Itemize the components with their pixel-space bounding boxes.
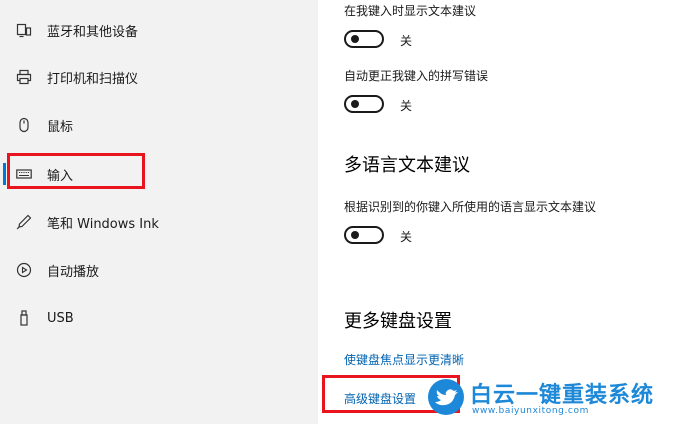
sidebar-item-mouse[interactable]: 鼠标	[0, 105, 318, 145]
bluetooth-devices-icon	[16, 22, 32, 38]
sidebar-item-label: 自动播放	[47, 264, 100, 280]
autocorrect-state: 关	[400, 99, 413, 113]
multilingual-suggestions-toggle[interactable]	[344, 226, 384, 244]
toggle-knob	[351, 231, 359, 239]
bird-logo-icon	[428, 379, 464, 415]
autocorrect-toggle[interactable]	[344, 95, 384, 113]
sidebar-item-typing[interactable]: 输入	[0, 154, 318, 194]
multilingual-suggestions-state: 关	[400, 230, 413, 244]
multilingual-suggestions-label: 根据识别到的你键入所使用的语言显示文本建议	[344, 200, 597, 214]
multilingual-section-title: 多语言文本建议	[344, 155, 470, 176]
pen-icon	[16, 214, 32, 230]
text-suggestions-label: 在我键入时显示文本建议	[344, 4, 477, 18]
more-keyboard-settings-title: 更多键盘设置	[344, 311, 452, 332]
typing-settings-panel: 在我键入时显示文本建议 关 自动更正我键入的拼写错误 关 多语言文本建议 根据识…	[318, 0, 677, 424]
text-suggestions-state: 关	[400, 34, 413, 48]
text-suggestions-toggle[interactable]	[344, 30, 384, 48]
keyboard-focus-link[interactable]: 使键盘焦点显示更清晰	[344, 351, 464, 368]
sidebar-item-label: USB	[47, 310, 74, 326]
mouse-icon	[16, 117, 32, 133]
printer-icon	[16, 69, 32, 85]
watermark-url: www.baiyunxitong.com	[472, 406, 589, 416]
watermark-brand: 白云一键重装系统	[470, 383, 655, 408]
advanced-keyboard-settings-link[interactable]: 高级键盘设置	[344, 390, 416, 407]
sidebar-item-autoplay[interactable]: 自动播放	[0, 250, 318, 290]
sidebar-item-usb[interactable]: USB	[0, 298, 318, 338]
sidebar-item-label: 输入	[47, 168, 74, 184]
autocorrect-label: 自动更正我键入的拼写错误	[344, 69, 489, 83]
sidebar-item-pen[interactable]: 笔和 Windows Ink	[0, 202, 318, 242]
sidebar-item-label: 笔和 Windows Ink	[47, 216, 159, 232]
toggle-knob	[351, 35, 359, 43]
watermark-logo: 白云一键重装系统 www.baiyunxitong.com	[428, 377, 673, 421]
settings-sidebar: 蓝牙和其他设备 打印机和扫描仪 鼠标 输入 笔和 Windows Ink 自动播…	[0, 0, 318, 424]
toggle-knob	[351, 100, 359, 108]
autoplay-icon	[16, 262, 32, 278]
sidebar-item-label: 打印机和扫描仪	[47, 71, 139, 87]
sidebar-item-bluetooth[interactable]: 蓝牙和其他设备	[0, 10, 318, 50]
sidebar-item-label: 蓝牙和其他设备	[47, 24, 139, 40]
sidebar-item-printers[interactable]: 打印机和扫描仪	[0, 57, 318, 97]
sidebar-item-label: 鼠标	[47, 119, 74, 135]
usb-icon	[16, 310, 32, 326]
keyboard-icon	[16, 166, 32, 182]
